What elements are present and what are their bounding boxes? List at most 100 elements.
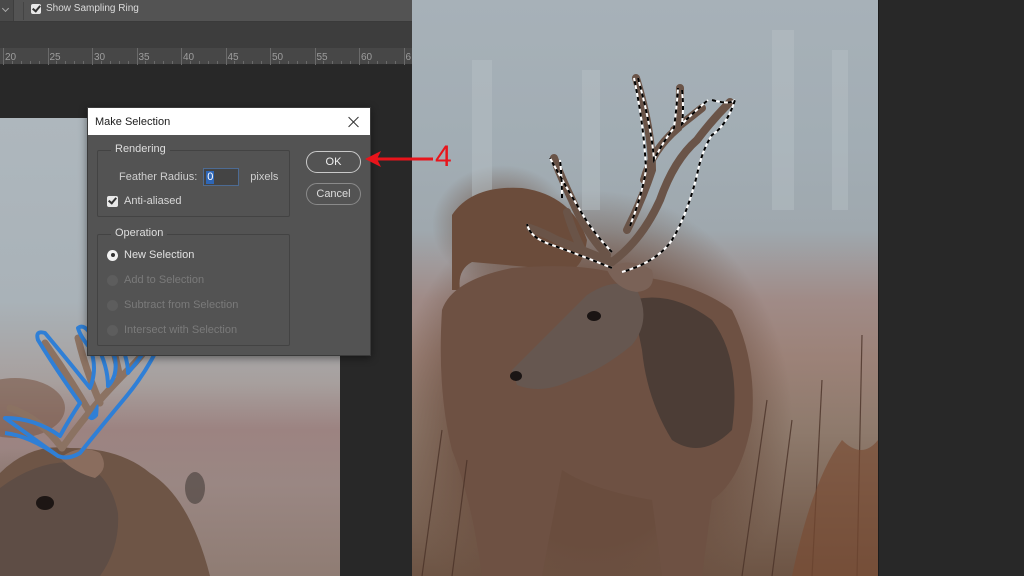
- ruler-minor-tick: [74, 61, 76, 64]
- step-number: 4: [435, 140, 452, 173]
- anti-aliased-label: Anti-aliased: [124, 195, 182, 207]
- show-sampling-ring-label: Show Sampling Ring: [46, 3, 139, 14]
- foreground-grass: [421, 334, 863, 576]
- deer-eye: [36, 496, 54, 510]
- ruler-minor-tick: [287, 61, 289, 64]
- ruler-minor-tick: [207, 61, 209, 64]
- ruler-minor-tick: [332, 61, 334, 64]
- show-sampling-ring-checkbox[interactable]: Show Sampling Ring: [31, 3, 139, 14]
- ruler-minor-tick: [234, 61, 236, 64]
- checkbox-checked-icon: [107, 195, 118, 207]
- radio-unchecked-icon: [107, 274, 118, 286]
- operation-legend: Operation: [111, 227, 168, 239]
- panel-strip: [0, 22, 412, 48]
- deer-head: [512, 283, 644, 389]
- checkbox-checked-icon: [31, 3, 41, 14]
- cancel-button[interactable]: Cancel: [306, 183, 361, 205]
- background-deer: [0, 378, 65, 438]
- chevron-down-icon: [1, 4, 10, 13]
- radio-unchecked-icon: [107, 324, 118, 336]
- ruler-minor-tick: [29, 61, 31, 64]
- ruler-minor-tick: [278, 61, 280, 64]
- ruler-minor-tick: [243, 61, 245, 64]
- background-deer: [452, 187, 587, 290]
- ruler-minor-tick: [56, 61, 58, 64]
- ruler-minor-tick: [109, 61, 111, 64]
- radio-label: Subtract from Selection: [124, 299, 239, 311]
- ruler-minor-tick: [145, 61, 147, 64]
- ruler-minor-tick: [198, 61, 200, 64]
- anti-aliased-checkbox[interactable]: Anti-aliased: [107, 195, 181, 207]
- deer-nose: [510, 371, 522, 381]
- ruler-minor-tick: [118, 61, 120, 64]
- feather-radius-value: 0: [206, 170, 215, 184]
- deer-head: [0, 462, 119, 576]
- ruler-minor-tick: [189, 61, 191, 64]
- ruler-minor-tick: [127, 61, 129, 64]
- dialog-title: Make Selection: [95, 115, 171, 128]
- options-separator: [23, 2, 24, 20]
- rendering-legend: Rendering: [111, 143, 170, 155]
- deer-neck: [0, 447, 210, 576]
- ruler-minor-tick: [296, 61, 298, 64]
- ok-button[interactable]: OK: [306, 151, 361, 173]
- ruler-minor-tick: [350, 61, 352, 64]
- feather-radius-input[interactable]: 0: [203, 168, 240, 186]
- path-anchor-cluster: [88, 404, 99, 421]
- feather-radius-units: pixels: [250, 171, 279, 183]
- radio-label: Add to Selection: [124, 274, 205, 286]
- deer-ear: [60, 449, 104, 478]
- ruler-minor-tick: [20, 61, 22, 64]
- ruler-minor-tick: [367, 61, 369, 64]
- ruler-label: 25: [49, 52, 61, 63]
- ruler-label: 20: [5, 52, 17, 63]
- ruler-minor-tick: [163, 61, 165, 64]
- ruler-minor-tick: [252, 61, 254, 64]
- ruler-minor-tick: [341, 61, 343, 64]
- ruler-minor-tick: [11, 61, 13, 64]
- horizontal-ruler[interactable]: 20 25 30 35 40 45 50 55 60 6: [0, 48, 412, 65]
- foreground-ferns: [792, 440, 878, 576]
- ruler-minor-tick: [172, 61, 174, 64]
- fog-trees: [472, 30, 848, 210]
- deer-eye: [587, 311, 601, 321]
- ruler-minor-tick: [305, 61, 307, 64]
- deer-mane: [632, 297, 735, 448]
- options-bar: Show Sampling Ring: [0, 0, 412, 22]
- radio-new-selection[interactable]: New Selection: [107, 249, 194, 261]
- document-image-deer-with-selection[interactable]: [412, 0, 878, 576]
- dialog-titlebar[interactable]: Make Selection: [88, 108, 370, 135]
- ruler-minor-tick: [65, 61, 67, 64]
- photoshop-window-left: Show Sampling Ring 20 25 30 35 40 45 50 55 60 6: [0, 0, 412, 576]
- rendering-group: Rendering Feather Radius: 0 pixels Anti-…: [97, 143, 290, 217]
- ruler-label: 6: [405, 52, 412, 63]
- antlers: [526, 74, 734, 266]
- ruler-minor-tick: [83, 61, 85, 64]
- radio-label: Intersect with Selection: [124, 324, 238, 336]
- radio-label: New Selection: [124, 249, 195, 261]
- ruler-label: 40: [183, 52, 195, 63]
- ruler-label: 35: [138, 52, 150, 63]
- radio-intersect-with-selection[interactable]: Intersect with Selection: [107, 324, 237, 336]
- radio-unchecked-icon: [107, 299, 118, 311]
- pasteboard-right: [878, 0, 1024, 576]
- ruler-minor-tick: [323, 61, 325, 64]
- ruler-minor-tick: [376, 61, 378, 64]
- radio-add-to-selection[interactable]: Add to Selection: [107, 274, 204, 286]
- background-bird: [185, 472, 205, 504]
- deer-ear: [607, 262, 653, 292]
- ruler-minor-tick: [100, 61, 102, 64]
- ruler-label: 45: [227, 52, 239, 63]
- marching-ants-selection: [526, 77, 736, 273]
- radio-subtract-from-selection[interactable]: Subtract from Selection: [107, 299, 238, 311]
- feather-radius-row: Feather Radius: 0 pixels: [119, 168, 278, 186]
- operation-group: Operation New Selection Add to Selection…: [97, 227, 290, 346]
- ruler-minor-tick: [394, 61, 396, 64]
- ruler-minor-tick: [216, 61, 218, 64]
- feather-radius-label: Feather Radius:: [119, 171, 198, 183]
- deer-illustration-right: [421, 30, 878, 576]
- close-icon[interactable]: [347, 115, 361, 129]
- ruler-label: 60: [361, 52, 373, 63]
- radio-checked-icon: [107, 249, 118, 261]
- sample-size-dropdown[interactable]: [0, 0, 14, 21]
